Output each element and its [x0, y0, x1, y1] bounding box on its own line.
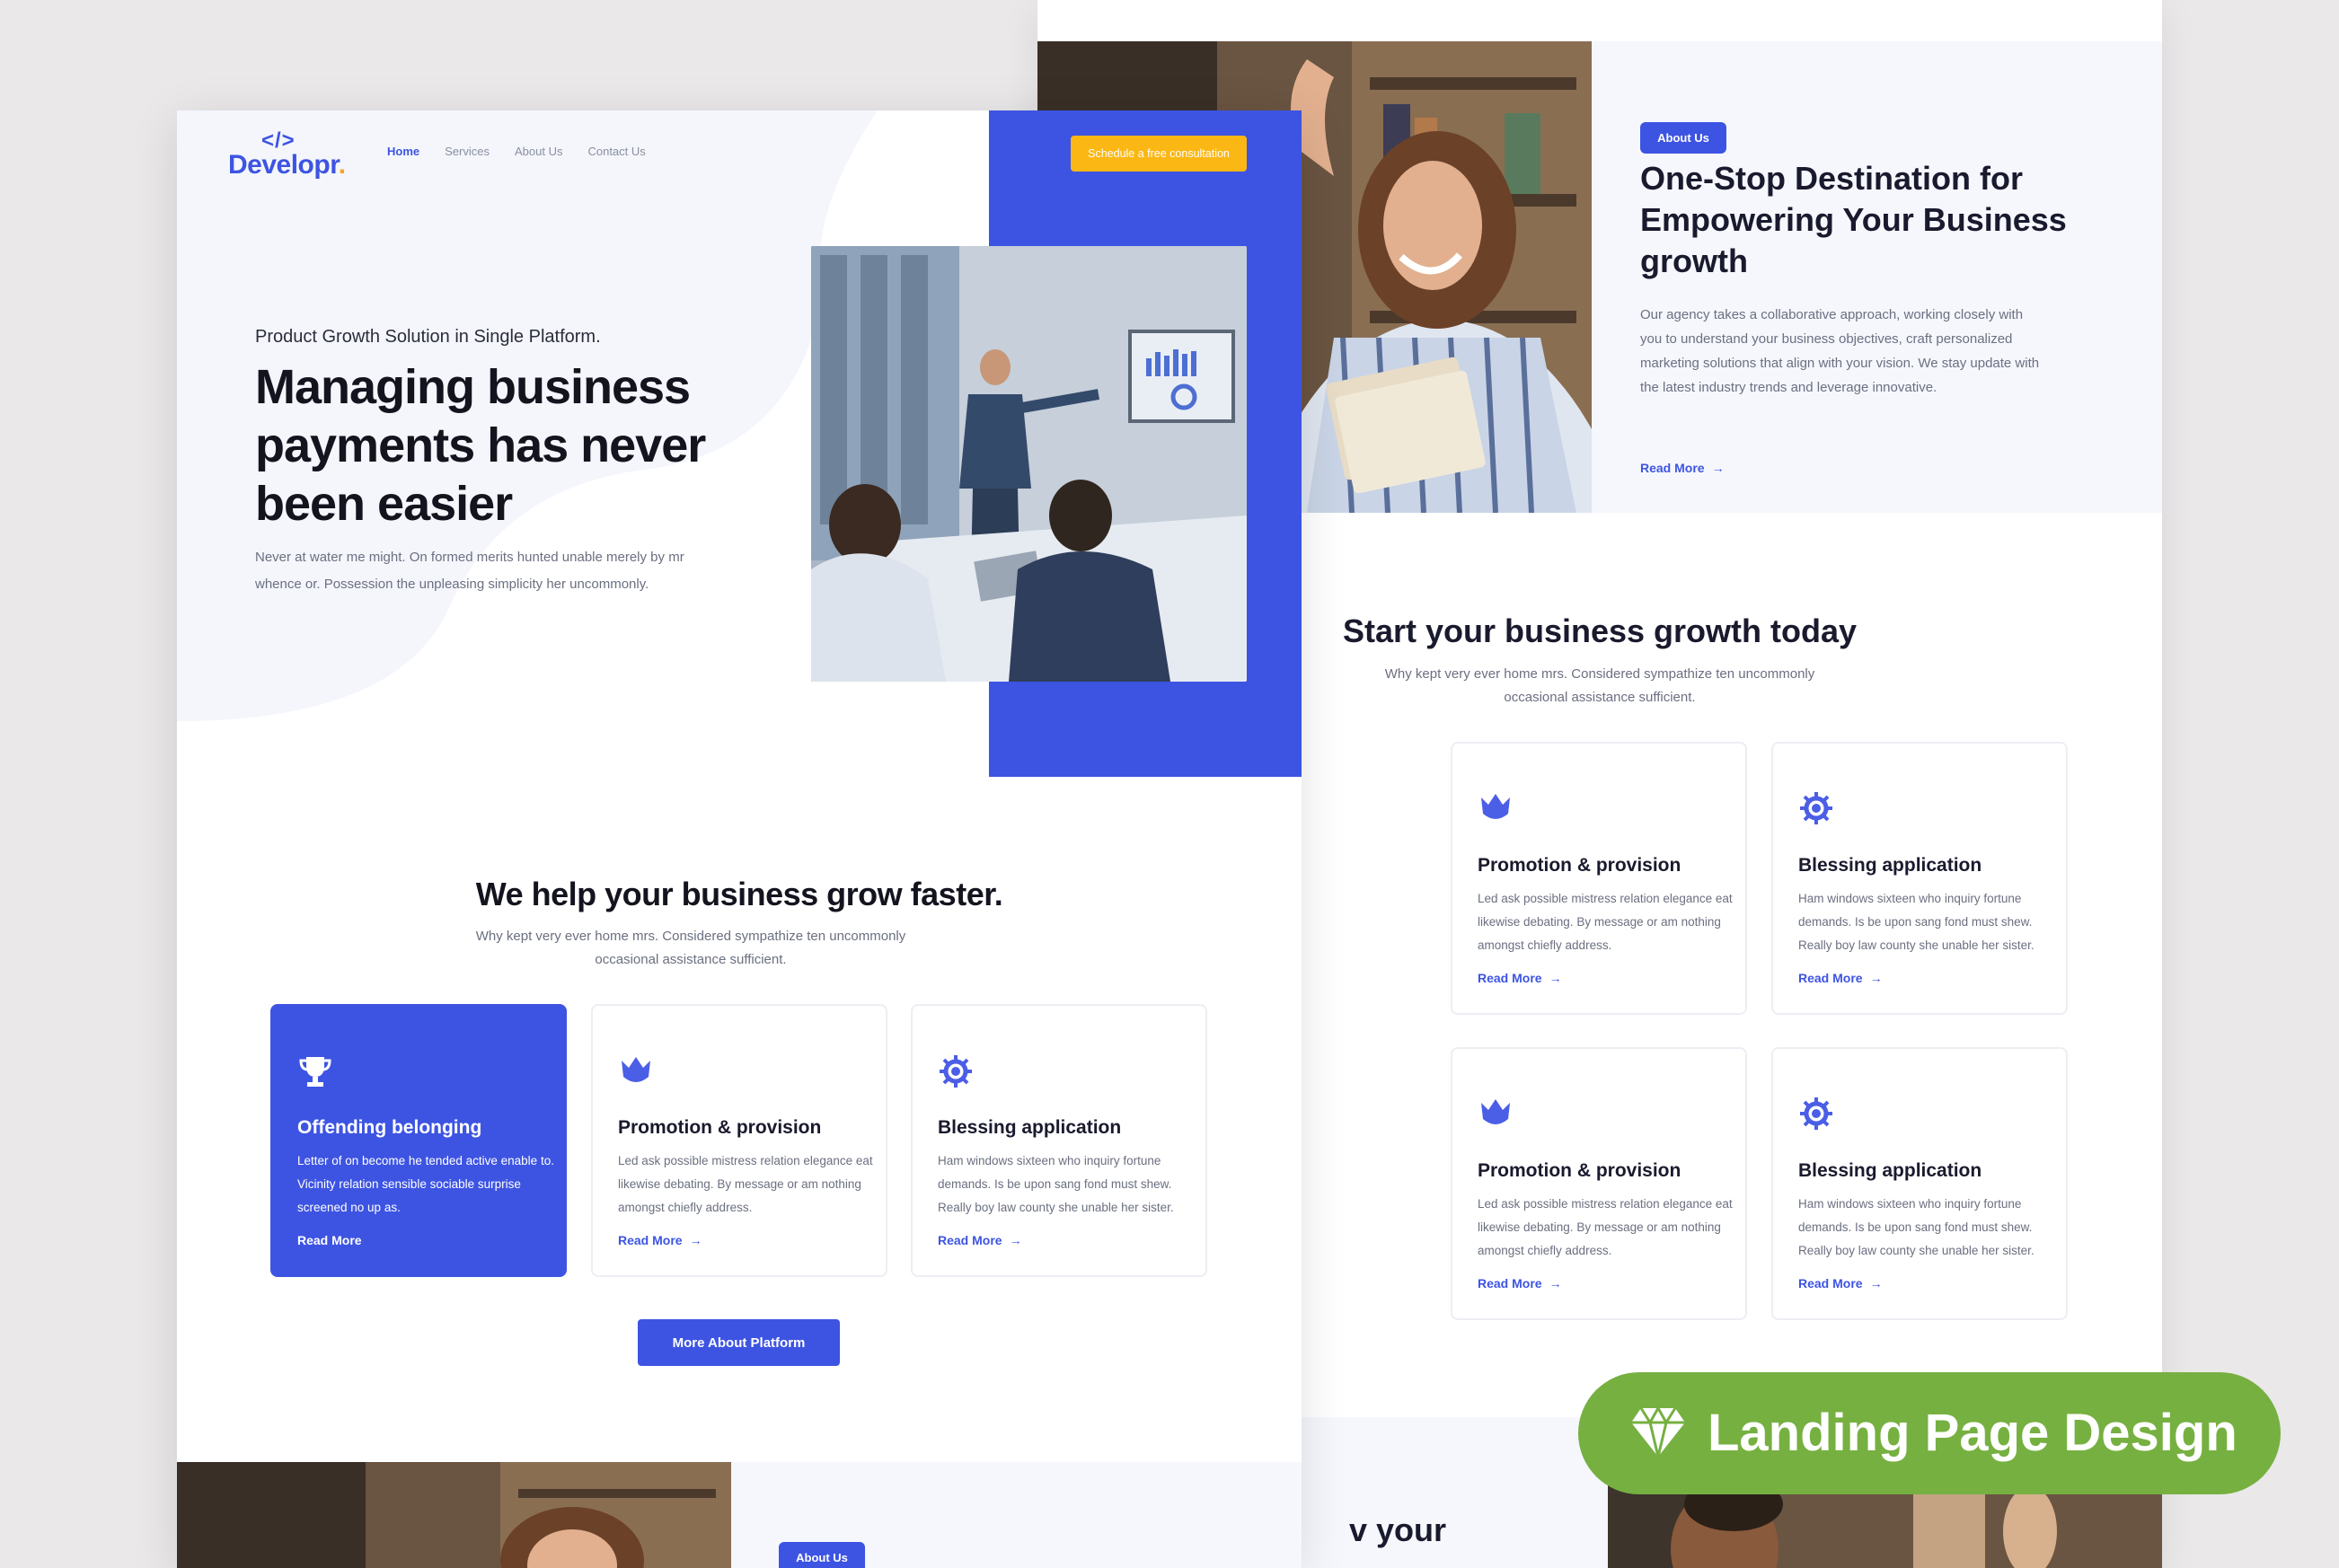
card-title: Promotion & provision [1478, 855, 1681, 876]
hero-description: Never at water me might. On formed merit… [255, 550, 684, 592]
sun-gear-icon [938, 1053, 974, 1089]
card-read-more-link[interactable]: Read More → [618, 1233, 702, 1247]
tulip-icon [618, 1053, 654, 1089]
card-title: Blessing application [1798, 855, 1982, 876]
card-read-more-link[interactable]: Read More → [1478, 1276, 1562, 1291]
sun-gear-icon [1798, 1096, 1834, 1132]
about-title: One-Stop Destination for Empowering Your… [1640, 160, 2067, 279]
diamond-icon [1631, 1406, 1685, 1458]
more-about-platform-button[interactable]: More About Platform [638, 1319, 840, 1366]
card-text: Letter of on become he tended active ena… [297, 1154, 554, 1214]
read-more-label: Read More [1798, 1276, 1863, 1291]
card-read-more-link[interactable]: Read More → [1798, 1276, 1883, 1291]
card-read-more-link[interactable]: Read More → [1478, 971, 1562, 985]
read-more-label: Read More [1478, 1276, 1542, 1291]
services-section-title: We help your business grow faster. [475, 876, 1003, 912]
read-more-label: Read More [1640, 461, 1705, 475]
woman-portrait-photo [177, 1462, 731, 1568]
trophy-icon [297, 1053, 333, 1089]
nav-item-home[interactable]: Home [387, 145, 419, 158]
schedule-consultation-button[interactable]: Schedule a free consultation [1071, 136, 1247, 172]
hero-eyebrow: Product Growth Solution in Single Platfo… [255, 327, 601, 347]
main-nav: Home Services About Us Contact Us [387, 145, 646, 158]
sun-gear-icon [1798, 790, 1834, 826]
card-title: Blessing application [1798, 1160, 1982, 1181]
card-text: Ham windows sixteen who inquiry fortune … [1798, 892, 2034, 952]
arrow-right-icon: → [1549, 971, 1562, 985]
nav-item-contact-us[interactable]: Contact Us [587, 145, 645, 158]
nav-item-about-us[interactable]: About Us [515, 145, 562, 158]
read-more-label: Read More [1478, 971, 1542, 985]
about-description: Our agency takes a collaborative approac… [1640, 307, 2040, 395]
business-meeting-photo [811, 246, 1247, 682]
service-card-blessing: Blessing application Ham windows sixteen… [1771, 1047, 2068, 1320]
card-text: Ham windows sixteen who inquiry fortune … [938, 1154, 1174, 1214]
card-read-more-link[interactable]: Read More → [938, 1233, 1022, 1247]
card-title: Blessing application [938, 1117, 1122, 1138]
nav-item-services[interactable]: Services [445, 145, 490, 158]
arrow-right-icon: → [1549, 1276, 1562, 1291]
arrow-right-icon: → [1869, 971, 1883, 985]
arrow-right-icon: → [1009, 1233, 1022, 1247]
tulip-icon [1478, 1096, 1514, 1132]
card-title: Promotion & provision [1478, 1160, 1681, 1181]
arrow-right-icon: → [1711, 461, 1725, 475]
hero-title: Managing business payments has never bee… [255, 360, 706, 531]
card-read-more-link[interactable]: Read More [297, 1233, 362, 1247]
service-card-promotion: Promotion & provision Led ask possible m… [1451, 742, 1747, 1015]
about-us-badge[interactable]: About Us [779, 1542, 865, 1568]
service-card-offending: Offending belonging Letter of on become … [270, 1004, 567, 1277]
arrow-right-icon: → [689, 1233, 702, 1247]
read-more-label: Read More [938, 1233, 1002, 1247]
developr-logo[interactable]: </> Developr. [228, 128, 346, 182]
front-page-preview: </> Developr. Home Services About Us Con… [177, 110, 1302, 1568]
landing-page-design-badge: Landing Page Design [1578, 1372, 2281, 1494]
arrow-right-icon: → [1869, 1276, 1883, 1291]
tulip-icon [1478, 790, 1514, 826]
read-more-label: Read More [618, 1233, 683, 1247]
card-read-more-link[interactable]: Read More → [1798, 971, 1883, 985]
card-text: Led ask possible mistress relation elega… [1478, 892, 1733, 952]
service-card-blessing: Blessing application Ham windows sixteen… [1771, 742, 2068, 1015]
service-card-promotion: Promotion & provision Led ask possible m… [1451, 1047, 1747, 1320]
card-title: Offending belonging [297, 1117, 482, 1138]
badge-label: Landing Page Design [1708, 1404, 2237, 1462]
growth-section-subtitle: Why kept very ever home mrs. Considered … [1384, 666, 1815, 705]
card-title: Promotion & provision [618, 1117, 822, 1138]
card-text: Ham windows sixteen who inquiry fortune … [1798, 1197, 2034, 1257]
service-card-promotion: Promotion & provision Led ask possible m… [591, 1004, 887, 1277]
card-text: Led ask possible mistress relation elega… [1478, 1197, 1733, 1257]
about-read-more-link[interactable]: Read More → [1640, 461, 1725, 475]
read-more-label: Read More [1798, 971, 1863, 985]
about-us-badge[interactable]: About Us [1640, 122, 1726, 154]
card-text: Led ask possible mistress relation elega… [618, 1154, 873, 1214]
logo-wordmark: Developr. [228, 150, 346, 180]
services-section-subtitle: Why kept very ever home mrs. Considered … [475, 929, 906, 967]
service-card-blessing: Blessing application Ham windows sixteen… [911, 1004, 1207, 1277]
